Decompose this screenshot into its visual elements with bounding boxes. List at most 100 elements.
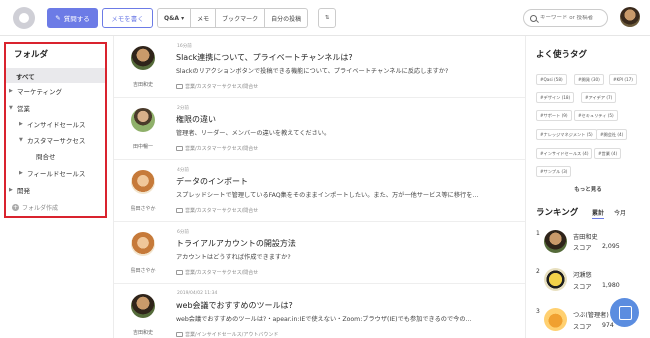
author-avatar[interactable]: [131, 108, 155, 132]
post-title[interactable]: Slack連携について、プライベートチャンネルは?: [176, 52, 353, 63]
search-box: [523, 9, 608, 27]
score-label: スコア: [573, 324, 592, 331]
tab-total[interactable]: 累計: [592, 208, 605, 219]
tag-chip[interactable]: #Qasi (58): [536, 74, 567, 85]
tag-chip[interactable]: #サポート (9): [536, 110, 572, 121]
post-time: 4分前: [177, 168, 189, 173]
ask-question-button[interactable]: ✎ 質問する: [47, 8, 98, 28]
folder-item-development[interactable]: ▶ 開発: [6, 182, 105, 197]
post-author[interactable]: 吉田和史: [120, 329, 166, 336]
right-panel: よく使うタグ #Qasi (58) #開発 (30) #KPI (17) #デザ…: [526, 36, 650, 338]
post-body: アカウントはどうすれば作成できますか?: [176, 254, 291, 261]
post-author[interactable]: 吉田和史: [120, 81, 166, 88]
folder-icon: [176, 270, 183, 275]
pencil-icon: ✎: [55, 14, 61, 22]
post-title[interactable]: 権限の違い: [176, 114, 216, 125]
post-body: web会議でおすすめのツールは?・apear.in:IEで使えない・Zoom:ブ…: [176, 316, 472, 323]
author-avatar[interactable]: [131, 232, 155, 256]
app-logo[interactable]: [13, 7, 35, 29]
folder-icon: [176, 332, 183, 337]
folder-icon: [176, 208, 183, 213]
search-input[interactable]: [540, 15, 602, 21]
tag-chip[interactable]: #開会社 (4): [596, 129, 628, 140]
rank-number: 1: [536, 230, 540, 237]
search-icon: [530, 14, 537, 22]
tag-chip[interactable]: #デザイン (18): [536, 92, 575, 103]
author-avatar[interactable]: [131, 294, 155, 318]
tag-chip[interactable]: #ナレッジマネジメント (5): [536, 129, 597, 140]
caret-down-icon[interactable]: ▼: [19, 137, 27, 143]
tag-chip[interactable]: #インサイドセールス (4): [536, 148, 593, 159]
post-folder[interactable]: 営業/インサイドセールス/アウトバウンド: [176, 331, 278, 338]
caret-down-icon[interactable]: ▼: [9, 105, 17, 111]
rank-number: 3: [536, 308, 540, 315]
ranker-name[interactable]: 吉田和史: [573, 232, 598, 241]
post-item[interactable]: 田中暢一 2分前 権限の違い 管理者、リーダー、メンバーの違いを教えてください。…: [114, 98, 525, 160]
filter-my-posts[interactable]: 自分の投稿: [264, 9, 307, 27]
post-author[interactable]: 島田さやか: [120, 267, 166, 274]
user-avatar[interactable]: [620, 7, 640, 27]
post-author[interactable]: 田中暢一: [120, 143, 166, 150]
tag-chip[interactable]: #開発 (30): [574, 74, 604, 85]
folder-item-inside-sales[interactable]: ▶ インサイドセールス: [6, 116, 105, 131]
post-feed: 吉田和史 16分前 Slack連携について、プライベートチャンネルは? Slac…: [114, 36, 525, 338]
tag-chip[interactable]: #アイデア (7): [581, 92, 617, 103]
ranker-avatar[interactable]: [544, 308, 567, 331]
post-time: 6分前: [177, 230, 189, 235]
write-memo-button[interactable]: メモを書く: [102, 8, 153, 28]
folder-title: フォルダ: [14, 50, 49, 60]
post-title[interactable]: web会議でおすすめのツールは?: [176, 300, 293, 311]
caret-right-icon[interactable]: ▶: [19, 170, 27, 176]
filter-qa[interactable]: Q&A ▾: [158, 9, 190, 27]
author-avatar[interactable]: [131, 46, 155, 70]
filter-memo[interactable]: メモ: [190, 9, 215, 27]
post-body: 管理者、リーダー、メンバーの違いを教えてください。: [176, 130, 331, 137]
rank-number: 2: [536, 268, 540, 275]
folder-item-inquiry[interactable]: 問合せ: [6, 148, 105, 163]
create-folder-button[interactable]: + フォルダ作成: [12, 203, 58, 212]
post-folder[interactable]: 営業/カスタマーサクセス/問合せ: [176, 207, 258, 214]
ranker-name[interactable]: つぶ(管理者): [573, 310, 609, 319]
post-item[interactable]: 吉田和史 2019/04/02 11:34 web会議でおすすめのツールは? w…: [114, 284, 525, 338]
folder-icon: [176, 84, 183, 89]
post-folder[interactable]: 営業/カスタマーサクセス/問合せ: [176, 145, 258, 152]
post-item[interactable]: 吉田和史 16分前 Slack連携について、プライベートチャンネルは? Slac…: [114, 36, 525, 98]
post-title[interactable]: トライアルアカウントの開設方法: [176, 238, 296, 249]
tag-chip[interactable]: #KPI (17): [609, 74, 637, 85]
post-folder[interactable]: 営業/カスタマーサクセス/問合せ: [176, 83, 258, 90]
sort-button[interactable]: ⇅: [318, 8, 336, 28]
caret-right-icon[interactable]: ▶: [19, 121, 27, 127]
chat-icon[interactable]: [610, 298, 639, 327]
caret-right-icon[interactable]: ▶: [9, 187, 17, 193]
folder-item-sales[interactable]: ▼ 営業: [6, 100, 105, 115]
tag-chip[interactable]: #営業 (4): [594, 148, 622, 159]
post-title[interactable]: データのインポート: [176, 176, 248, 187]
post-time: 2019/04/02 11:34: [177, 291, 218, 296]
caret-right-icon[interactable]: ▶: [9, 88, 17, 94]
post-item[interactable]: 島田さやか 6分前 トライアルアカウントの開設方法 アカウントはどうすれば作成で…: [114, 222, 525, 284]
ranker-name[interactable]: 河瀬悠: [573, 270, 592, 279]
folder-sidebar: フォルダ すべて ▶ マーケティング ▼ 営業 ▶ インサイドセールス ▼ カス…: [4, 42, 107, 218]
ranker-avatar[interactable]: [544, 268, 567, 291]
top-header: ✎ 質問する メモを書く Q&A ▾ メモ ブックマーク 自分の投稿 ⇅: [0, 0, 650, 36]
filter-bookmark[interactable]: ブックマーク: [215, 9, 264, 27]
post-folder[interactable]: 営業/カスタマーサクセス/問合せ: [176, 269, 258, 276]
post-author[interactable]: 島田さやか: [120, 205, 166, 212]
ranking-title: ランキング: [536, 208, 579, 218]
more-tags-link[interactable]: もっと見る: [526, 185, 650, 193]
post-item[interactable]: 島田さやか 4分前 データのインポート スプレッドシートで管理しているFAQ集を…: [114, 160, 525, 222]
score-value: 2,095: [602, 243, 620, 250]
post-time: 2分前: [177, 106, 189, 111]
folder-item-marketing[interactable]: ▶ マーケティング: [6, 83, 105, 98]
folder-item-customer-success[interactable]: ▼ カスタマーサクセス: [6, 132, 105, 147]
folder-item-field-sales[interactable]: ▶ フィールドセールス: [6, 165, 105, 180]
tab-this-month[interactable]: 今月: [614, 208, 626, 217]
tag-chip[interactable]: #サンプル (3): [536, 166, 572, 177]
author-avatar[interactable]: [131, 170, 155, 194]
ranker-avatar[interactable]: [544, 230, 567, 253]
folder-item-all[interactable]: すべて: [6, 68, 105, 83]
folder-icon: [176, 146, 183, 151]
post-filter-group: Q&A ▾ メモ ブックマーク 自分の投稿: [157, 8, 309, 28]
tag-chip[interactable]: #セキュリティ (5): [574, 110, 618, 121]
score-value: 974: [602, 322, 614, 329]
